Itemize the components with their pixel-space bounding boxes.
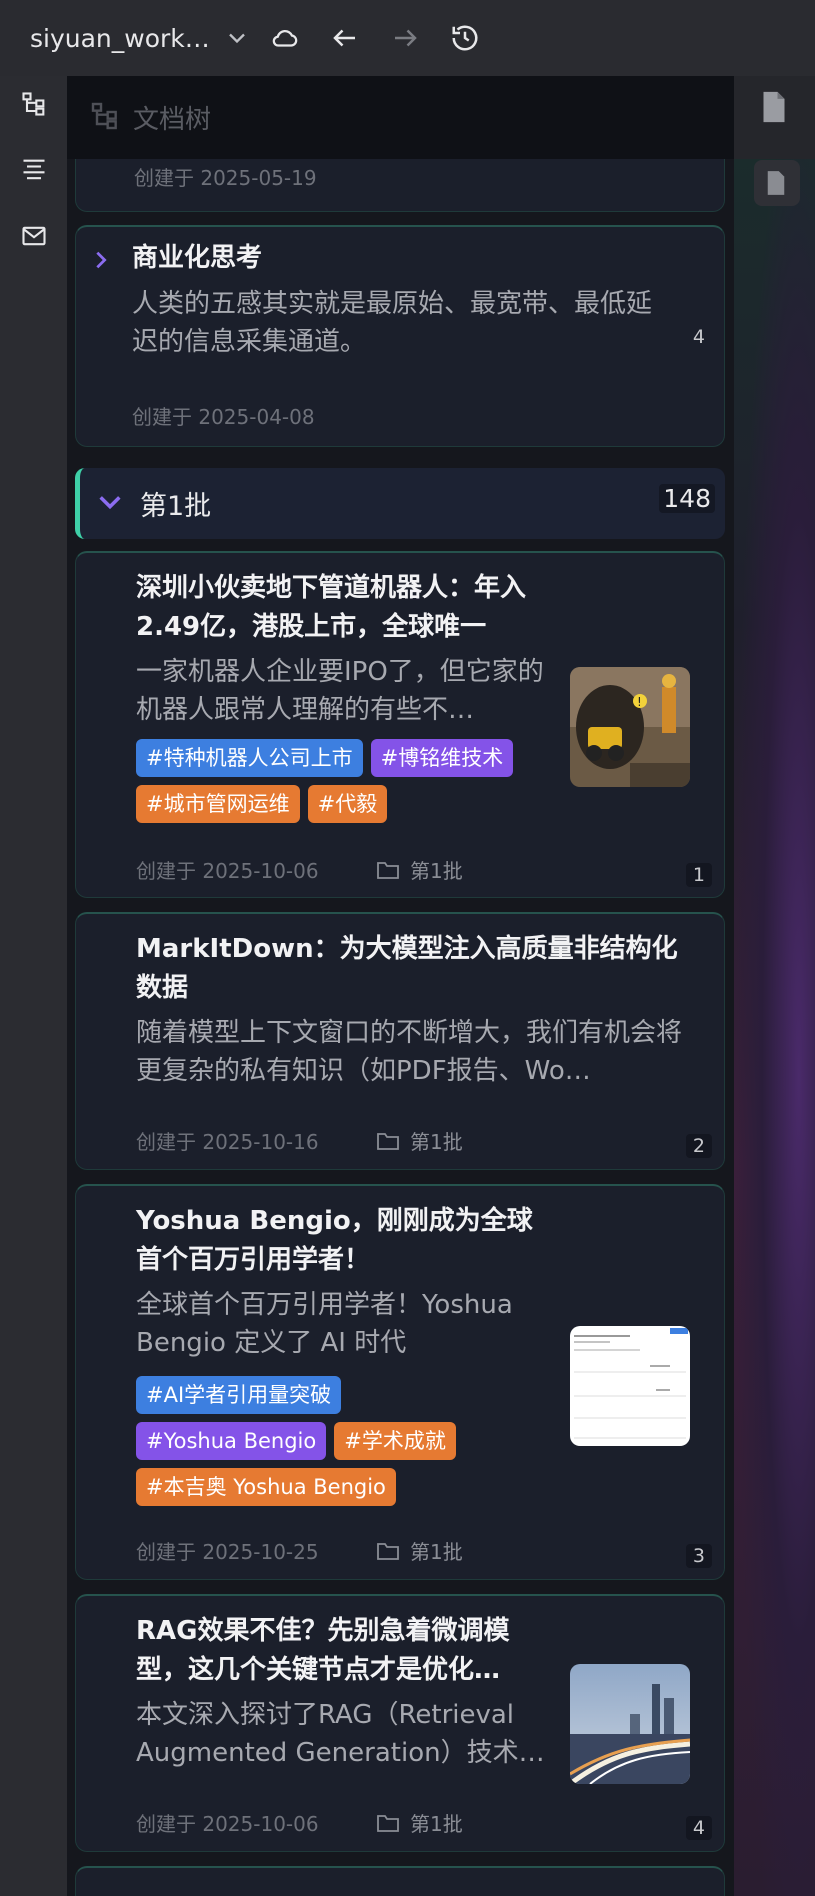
child-count: 1 xyxy=(685,863,712,887)
doc-card[interactable]: Yoshua Bengio，刚刚成为全球首个百万引用学者！ 全球首个百万引用学者… xyxy=(75,1184,725,1580)
doc-description: 一家机器人企业要IPO了，但它家的机器人跟常人理解的有些不… xyxy=(136,657,544,725)
svg-text:!: ! xyxy=(637,695,642,709)
folder-icon xyxy=(377,1814,399,1832)
outline-icon[interactable] xyxy=(20,156,48,184)
editor-background xyxy=(734,76,815,1896)
group-count: 148 xyxy=(659,484,715,513)
tag[interactable]: #AI学者引用量突破 xyxy=(136,1376,342,1414)
folder-label[interactable]: 第1批 xyxy=(376,1808,463,1837)
folder-label[interactable]: 第1批 xyxy=(376,1126,463,1155)
group-label: 第1批 xyxy=(140,491,212,522)
child-count: 4 xyxy=(692,326,705,348)
breadcrumb-document-icon[interactable] xyxy=(754,160,800,206)
folder-name: 第1批 xyxy=(410,859,463,883)
history-icon[interactable] xyxy=(445,18,485,58)
created-date: 创建于 2025-04-08 xyxy=(132,405,315,429)
cloud-sync-icon[interactable] xyxy=(265,18,305,58)
doc-title[interactable]: 商业化思考 xyxy=(132,239,612,278)
file-tree-icon xyxy=(89,100,121,136)
chevron-down-icon[interactable] xyxy=(96,488,124,520)
doc-description: 随着模型上下文窗口的不断增大，我们有机会将更复杂的私有知识（如PDF报告、Wo… xyxy=(136,1018,683,1086)
doc-card[interactable]: 商业化思考 人类的五感其实就是最原始、最宽带、最低延迟的信息采集通道。 4 创建… xyxy=(75,225,725,447)
tag[interactable]: #学术成就 xyxy=(334,1422,456,1460)
left-dock-rail xyxy=(0,76,67,1896)
tag[interactable]: #Yoshua Bengio xyxy=(136,1422,327,1460)
robot-thumbnail-image: ! xyxy=(570,667,690,787)
doc-card[interactable] xyxy=(75,1866,725,1896)
folder-icon xyxy=(377,861,399,879)
created-date: 创建于 2025-10-06 xyxy=(136,859,319,883)
doc-description: 本文深入探讨了RAG（Retrieval Augmented Generatio… xyxy=(136,1700,545,1768)
child-count: 2 xyxy=(685,1134,712,1158)
doc-description: 全球首个百万引用学者！Yoshua Bengio 定义了 AI 时代 xyxy=(136,1290,513,1358)
tag[interactable]: #本吉奥 Yoshua Bengio xyxy=(136,1468,396,1506)
created-date: 创建于 2025-10-06 xyxy=(136,1812,319,1836)
folder-label[interactable]: 第1批 xyxy=(376,855,463,884)
chevron-down-icon[interactable] xyxy=(223,18,251,58)
doc-title[interactable]: RAG效果不佳？先别急着微调模型，这几个关键节点才是优化… xyxy=(136,1612,556,1690)
folder-name: 第1批 xyxy=(410,1130,463,1154)
doc-card[interactable]: 深圳小伙卖地下管道机器人：年入2.49亿，港股上市，全球唯一 一家机器人企业要I… xyxy=(75,551,725,898)
tag-list: #AI学者引用量突破 #Yoshua Bengio #学术成就 #本吉奥 Yos… xyxy=(136,1376,576,1506)
file-tree-icon[interactable] xyxy=(20,90,48,118)
group-header[interactable]: 第1批 148 xyxy=(75,468,725,539)
tag[interactable]: #代毅 xyxy=(307,785,388,823)
folder-icon xyxy=(377,1132,399,1150)
folder-icon xyxy=(377,1542,399,1560)
tag-row-break xyxy=(349,1376,549,1414)
forward-arrow-icon[interactable] xyxy=(385,18,425,58)
folder-name: 第1批 xyxy=(410,1812,463,1836)
document-icon[interactable] xyxy=(760,90,788,128)
back-arrow-icon[interactable] xyxy=(325,18,365,58)
chevron-right-icon[interactable] xyxy=(90,249,112,275)
created-date: 创建于 2025-10-16 xyxy=(136,1130,319,1154)
doc-title[interactable]: MarkItDown：为大模型注入高质量非结构化数据 xyxy=(136,930,696,1008)
doc-title[interactable]: 深圳小伙卖地下管道机器人：年入2.49亿，港股上市，全球唯一 xyxy=(136,569,566,647)
doc-title[interactable]: Yoshua Bengio，刚刚成为全球首个百万引用学者！ xyxy=(136,1202,556,1280)
panel-header: 文档树 xyxy=(67,76,734,159)
folder-label[interactable]: 第1批 xyxy=(376,1536,463,1565)
inbox-mail-icon[interactable] xyxy=(20,222,48,250)
document-tree-panel: 文档树 创建于 2025-05-19 商业化思考 人类的五感其实就是最原始、最宽… xyxy=(67,76,734,1896)
child-count: 4 xyxy=(685,1816,712,1840)
title-bar: siyuan_worksp… xyxy=(0,0,815,76)
folder-name: 第1批 xyxy=(410,1540,463,1564)
doc-description: 人类的五感其实就是最原始、最宽带、最低延迟的信息采集通道。 xyxy=(132,289,653,357)
doc-card[interactable]: MarkItDown：为大模型注入高质量非结构化数据 随着模型上下文窗口的不断增… xyxy=(75,912,725,1170)
created-date: 创建于 2025-10-25 xyxy=(136,1540,319,1564)
doc-card[interactable]: RAG效果不佳？先别急着微调模型，这几个关键节点才是优化… 本文深入探讨了RAG… xyxy=(75,1594,725,1852)
panel-title: 文档树 xyxy=(133,105,212,135)
document-screenshot-thumbnail xyxy=(570,1326,690,1446)
city-highway-thumbnail xyxy=(570,1664,690,1784)
tag[interactable]: #特种机器人公司上市 xyxy=(136,739,363,777)
child-count: 3 xyxy=(685,1544,712,1568)
workspace-name[interactable]: siyuan_worksp… xyxy=(30,24,215,53)
created-date: 创建于 2025-05-19 xyxy=(134,166,317,190)
tag-list: #特种机器人公司上市 #博铭维技术 #城市管网运维 #代毅 xyxy=(136,739,566,823)
editor-tab-bar xyxy=(734,76,815,159)
tag[interactable]: #博铭维技术 xyxy=(370,739,514,777)
tag[interactable]: #城市管网运维 xyxy=(136,785,300,823)
